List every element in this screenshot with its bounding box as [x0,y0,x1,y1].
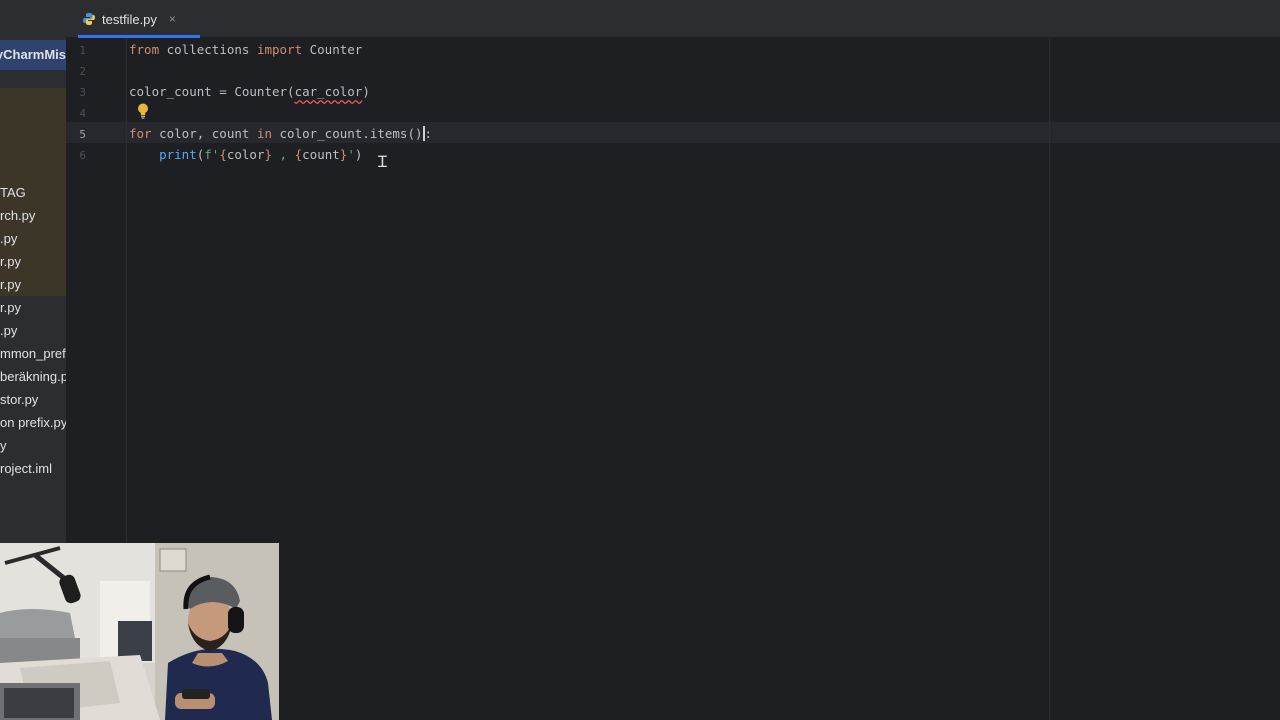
webcam-overlay [0,543,279,720]
line-number: 5 [79,128,86,141]
sidebar-item[interactable]: on prefix.py [0,415,66,430]
code-token: from [129,42,160,57]
line-number: 2 [79,65,86,78]
code-token: import [256,42,303,57]
sidebar-item[interactable]: r.py [0,300,66,315]
code-token: , [272,147,295,162]
code-token: { [219,147,227,162]
sidebar-item[interactable]: .py [0,323,66,338]
text-cursor-icon: Ɪ [378,152,387,171]
line-number: 4 [79,107,86,120]
code-token: { [294,147,303,162]
code-token: } [264,147,273,162]
code-token: count [302,147,340,162]
code-token: color_count = Counter( [129,84,295,99]
line-number: 6 [79,149,86,162]
sidebar-item[interactable]: beräkning.p [0,369,66,384]
code-token: f' [204,147,220,162]
sidebar-item[interactable]: r.py [0,277,66,292]
code-token: color [226,147,265,162]
sidebar-item[interactable]: roject.iml [0,461,66,476]
code-token: car_color [294,84,363,99]
sidebar-item[interactable]: .py [0,231,66,246]
line-number: 1 [79,44,86,57]
tab-testfile[interactable]: testfile.py × [78,0,200,38]
code-token: ' [347,147,355,162]
code-token: ) [362,84,370,99]
editor-tab-bar: testfile.py × [66,0,1280,38]
code-line[interactable]: for color, count in color_count.items(): [129,126,432,141]
tab-label: testfile.py [102,11,157,27]
code-token: color_count.items() [272,126,423,141]
project-root-item[interactable]: yCharmMis [0,40,66,70]
sidebar-item[interactable]: TAG [0,185,66,200]
right-margin-guide [1049,38,1050,720]
sidebar-item[interactable]: rch.py [0,208,66,223]
code-token: for [129,126,152,141]
code-token: ) [354,147,363,162]
code-token: : [424,126,433,141]
sidebar-item[interactable]: y [0,438,66,453]
code-token: collections [159,42,257,57]
lightbulb-icon[interactable] [136,102,150,120]
code-token: color, count [151,126,257,141]
code-token: Counter [302,42,363,57]
line-number: 3 [79,86,86,99]
code-line[interactable]: from collections import Counter [129,42,362,57]
sidebar-item[interactable]: stor.py [0,392,66,407]
webcam-image [0,543,279,720]
close-icon[interactable]: × [169,12,176,26]
code-token: print [129,147,197,162]
project-root-label: yCharmMis [0,47,66,62]
sidebar-item[interactable]: mmon_prefi [0,346,66,361]
code-token: in [256,126,272,141]
code-line[interactable]: print(f'{color} , {count}') [129,147,362,162]
code-line[interactable]: color_count = Counter(car_color) [129,84,370,99]
python-icon [83,13,95,25]
sidebar-item[interactable]: r.py [0,254,66,269]
